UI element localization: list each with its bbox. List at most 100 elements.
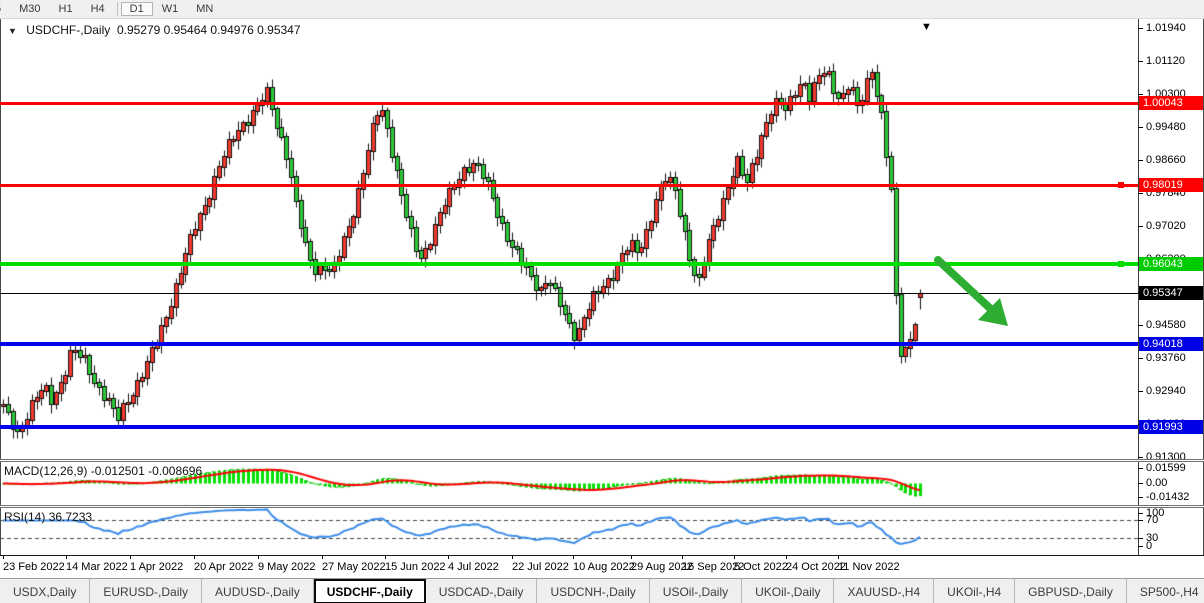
date-label: 23 Feb 2022 (3, 561, 65, 573)
toolbar-separator (117, 2, 118, 16)
macd-tick-label: 0.00 (1146, 477, 1167, 489)
rsi-value: 36.7233 (49, 510, 92, 524)
price-tick-mark (1138, 391, 1143, 392)
date-tick-mark (838, 556, 839, 559)
timeframe-button-h1[interactable]: H1 (50, 2, 82, 16)
price-badge-1.00043: 1.00043 (1139, 96, 1203, 110)
tab-ukoil-daily[interactable]: UKOil-,Daily (742, 579, 834, 603)
price-badge-0.91993: 0.91993 (1139, 420, 1203, 434)
price-tick-label: 1.01940 (1146, 22, 1186, 34)
price-badge-0.95347: 0.95347 (1139, 286, 1203, 300)
date-tick-mark (194, 556, 195, 559)
date-label: 14 Mar 2022 (66, 561, 128, 573)
date-tick-mark (786, 556, 787, 559)
date-tick-mark (631, 556, 632, 559)
chart-shift-marker-icon[interactable]: ▼ (921, 21, 932, 33)
price-tick-label: 0.97020 (1146, 220, 1186, 232)
tab-xauusd-h4[interactable]: XAUUSD-,H4 (834, 579, 934, 603)
macd-tick-mark (1138, 483, 1143, 484)
date-label: 27 May 2022 (322, 561, 386, 573)
timeframe-button-d1[interactable]: D1 (121, 2, 153, 16)
date-tick-mark (682, 556, 683, 559)
timeframe-button-m30[interactable]: M30 (10, 2, 49, 16)
date-tick-mark (3, 556, 4, 559)
price-tick-label: 0.99480 (1146, 121, 1186, 133)
tab-sp500-h4[interactable]: SP500-,H4 (1127, 579, 1204, 603)
date-label: 1 Apr 2022 (130, 561, 183, 573)
macd-name: MACD(12,26,9) (4, 464, 87, 478)
timeframe-button-mn[interactable]: MN (187, 2, 222, 16)
rsi-tick-mark (1138, 513, 1143, 514)
tab-usdx-daily[interactable]: USDX,Daily (0, 579, 90, 603)
date-label: 10 Aug 2022 (573, 561, 635, 573)
ohlc-low: 0.94976 (210, 23, 253, 37)
tab-eurusd-daily[interactable]: EURUSD-,Daily (90, 579, 202, 603)
pane-separator[interactable] (0, 505, 1204, 508)
date-label: 5 Oct 2022 (734, 561, 788, 573)
date-label: 11 Nov 2022 (838, 561, 900, 573)
macd-tick-label: -0.01432 (1146, 491, 1189, 503)
timeframe-button-h4[interactable]: H4 (82, 2, 114, 16)
price-tick-mark (1138, 61, 1143, 62)
horizontal-line-0.91993[interactable] (0, 425, 1138, 429)
price-tick-mark (1138, 160, 1143, 161)
tab-usdcad-daily[interactable]: USDCAD-,Daily (426, 579, 538, 603)
price-tick-mark (1138, 457, 1143, 458)
date-label: 22 Jul 2022 (512, 561, 569, 573)
date-tick-mark (573, 556, 574, 559)
price-tick-label: 1.01120 (1146, 55, 1185, 67)
price-tick-label: 0.98660 (1146, 154, 1186, 166)
date-label: 9 May 2022 (258, 561, 315, 573)
price-tick-mark (1138, 193, 1143, 194)
price-tick-mark (1138, 226, 1143, 227)
timeframe-button-w1[interactable]: W1 (153, 2, 188, 16)
horizontal-line-0.94018[interactable] (0, 342, 1138, 346)
tab-usoil-daily[interactable]: USOil-,Daily (650, 579, 742, 603)
ohlc-header: ▼ USDCHF-,Daily 0.95279 0.95464 0.94976 … (8, 23, 301, 37)
price-tick-mark (1138, 358, 1143, 359)
line-handle-0.98019[interactable] (1118, 182, 1124, 188)
chart-dropdown-icon[interactable]: ▼ (8, 26, 17, 36)
price-tick-mark (1138, 325, 1143, 326)
rsi-name: RSI(14) (4, 510, 45, 524)
tab-usdcnh-daily[interactable]: USDCNH-,Daily (537, 579, 649, 603)
trading-app-window: 5M30H1H4 D1W1MN ▼ USDCHF-,Daily 0.95279 0… (0, 0, 1204, 603)
date-tick-mark (130, 556, 131, 559)
macd-indicator-label: MACD(12,26,9) -0.012501 -0.008696 (4, 464, 202, 478)
price-chart-canvas[interactable] (0, 0, 1204, 603)
line-handle-0.96043[interactable] (1118, 261, 1124, 267)
price-tick-label: 0.92940 (1146, 385, 1186, 397)
price-badge-0.98019: 0.98019 (1139, 178, 1203, 192)
trend-arrow-annotation[interactable] (928, 248, 1020, 340)
price-badge-0.96043: 0.96043 (1139, 257, 1203, 271)
pane-separator[interactable] (0, 459, 1204, 462)
price-tick-label: 0.94580 (1146, 319, 1186, 331)
macd-tick-mark (1138, 468, 1143, 469)
date-tick-mark (258, 556, 259, 559)
date-label: 15 Jun 2022 (385, 561, 446, 573)
rsi-tick-mark (1138, 538, 1143, 539)
tab-gbpusd-daily[interactable]: GBPUSD-,Daily (1015, 579, 1127, 603)
rsi-tick-mark (1138, 520, 1143, 521)
ohlc-open: 0.95279 (117, 23, 160, 37)
date-axis[interactable]: 23 Feb 202214 Mar 20221 Apr 202220 Apr 2… (0, 555, 1204, 578)
tab-usdchf-daily[interactable]: USDCHF-,Daily (314, 579, 426, 603)
macd-tick-label: 0.01599 (1146, 462, 1186, 474)
timeframe-button-5[interactable]: 5 (0, 2, 10, 16)
price-tick-label: 0.93760 (1146, 352, 1186, 364)
date-tick-mark (385, 556, 386, 559)
date-tick-mark (322, 556, 323, 559)
date-label: 24 Oct 2022 (786, 561, 846, 573)
date-tick-mark (512, 556, 513, 559)
tab-ukoil-h4[interactable]: UKOil-,H4 (934, 579, 1015, 603)
rsi-tick-label: 0 (1146, 540, 1152, 552)
chart-tab-bar: USDX,DailyEURUSD-,DailyAUDUSD-,DailyUSDC… (0, 578, 1204, 603)
date-tick-mark (448, 556, 449, 559)
rsi-tick-mark (1138, 546, 1143, 547)
tab-audusd-daily[interactable]: AUDUSD-,Daily (202, 579, 314, 603)
horizontal-line-0.98019[interactable] (0, 184, 1138, 187)
price-tick-mark (1138, 94, 1143, 95)
ohlc-high: 0.95464 (164, 23, 207, 37)
horizontal-line-1.00043[interactable] (0, 102, 1138, 105)
date-tick-mark (66, 556, 67, 559)
